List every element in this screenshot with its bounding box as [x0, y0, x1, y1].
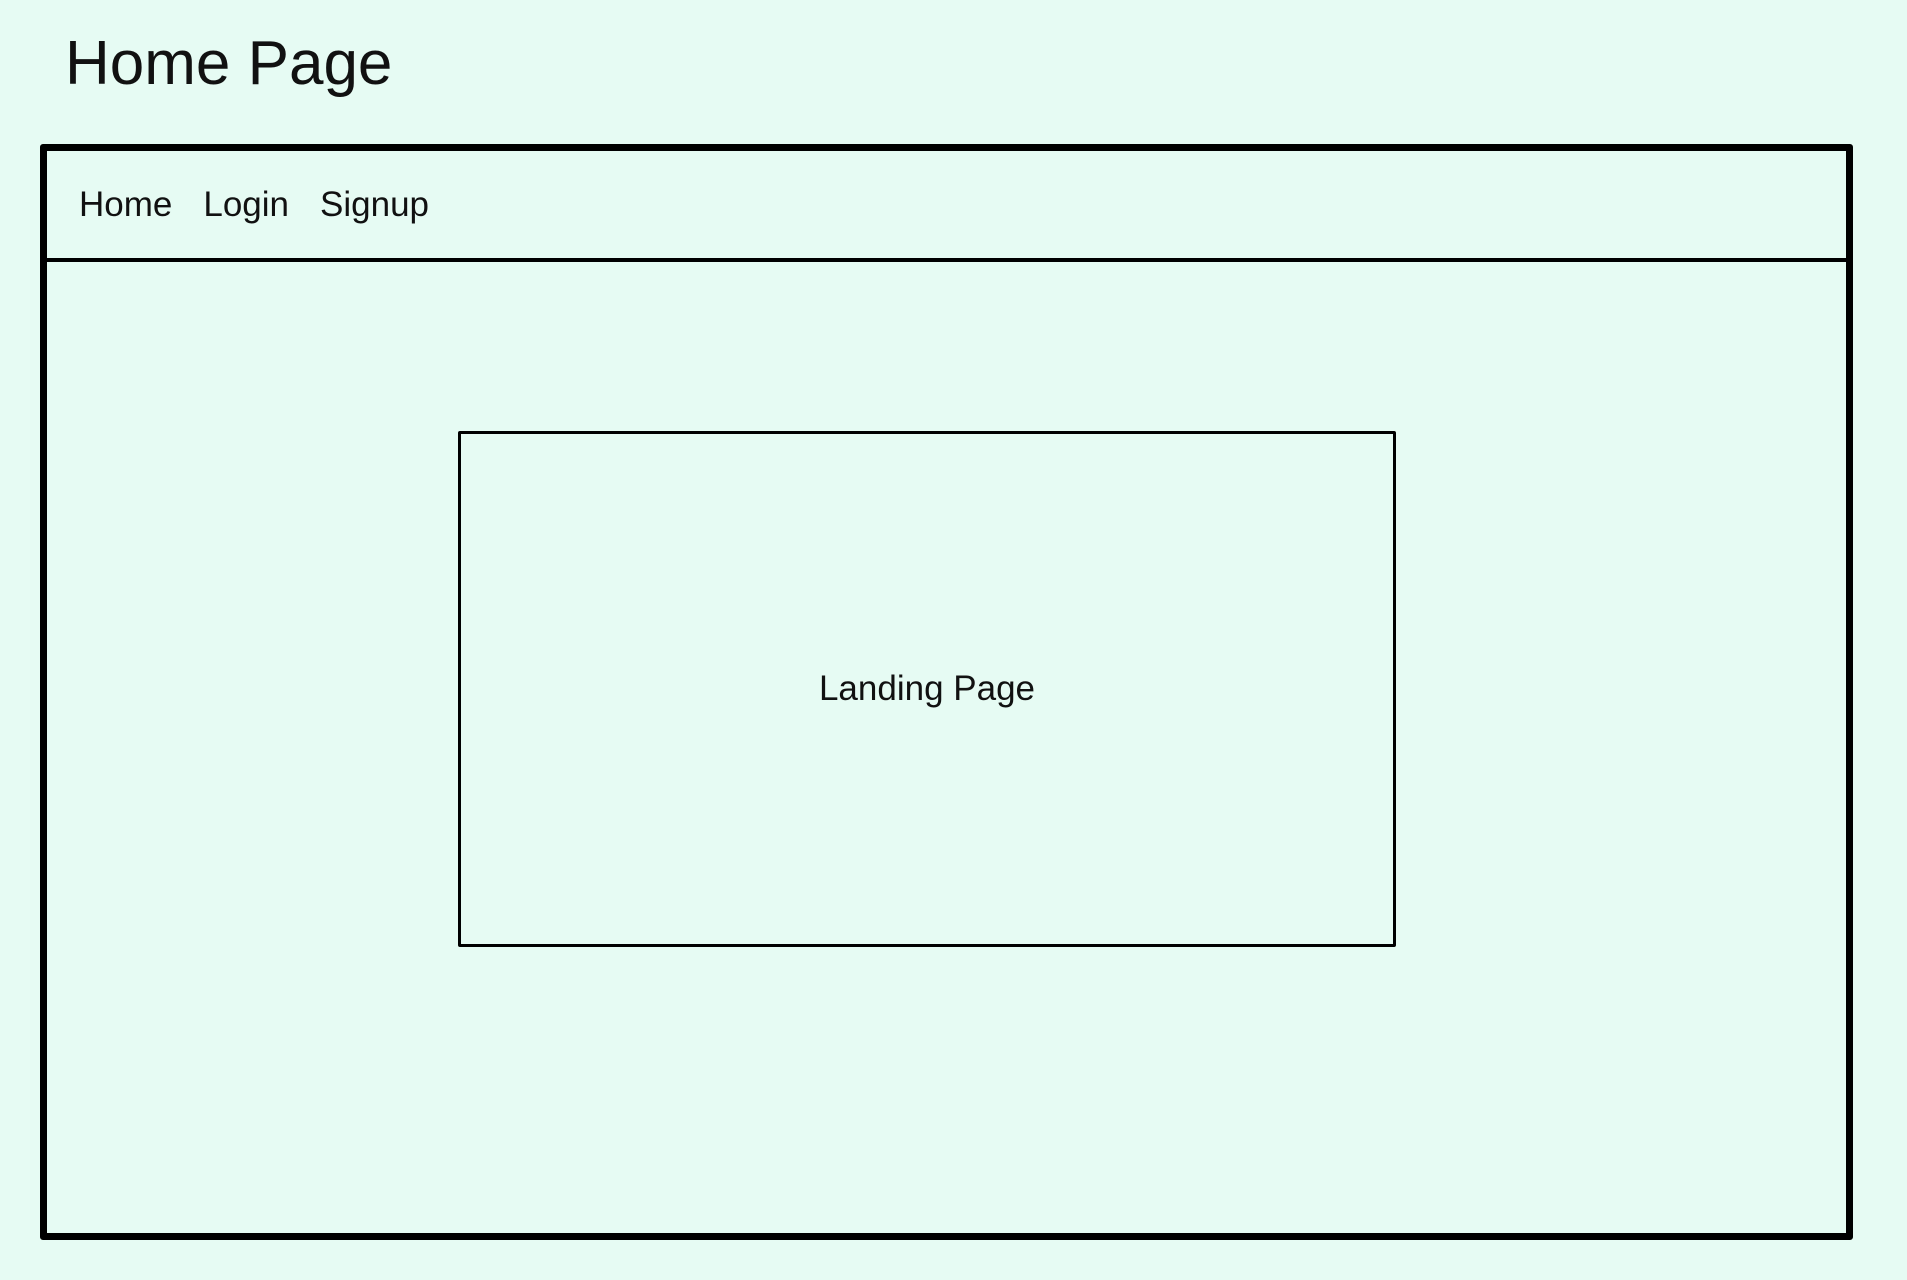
landing-page-box: Landing Page	[458, 431, 1396, 947]
nav-link-login[interactable]: Login	[203, 185, 289, 225]
page-title: Home Page	[65, 29, 393, 98]
landing-page-label: Landing Page	[818, 669, 1036, 708]
nav-link-home[interactable]: Home	[79, 185, 172, 225]
nav-link-signup[interactable]: Signup	[320, 185, 429, 225]
browser-frame: Home Login Signup Landing Page	[40, 144, 1853, 1240]
navbar: Home Login Signup	[47, 151, 1846, 262]
